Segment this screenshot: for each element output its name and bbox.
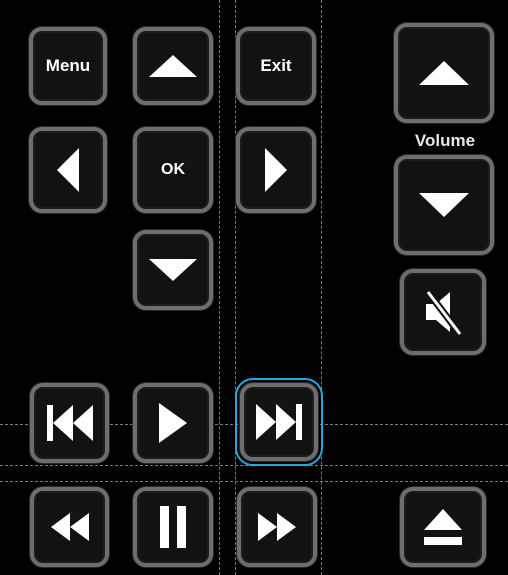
- rewind-button[interactable]: [30, 487, 109, 567]
- play-button[interactable]: [133, 383, 213, 463]
- right-button[interactable]: [236, 127, 316, 213]
- up-button[interactable]: [133, 27, 213, 105]
- guide-line-vertical: [219, 0, 220, 575]
- mute-button[interactable]: [400, 269, 486, 355]
- volume-down-button[interactable]: [394, 155, 494, 255]
- arrow-right-icon: [265, 148, 287, 192]
- exit-button[interactable]: Exit: [236, 27, 316, 105]
- arrow-left-icon: [57, 148, 79, 192]
- arrow-up-icon: [419, 61, 469, 85]
- skip-previous-button[interactable]: [30, 383, 109, 463]
- menu-button[interactable]: Menu: [29, 27, 107, 105]
- guide-line-horizontal: [0, 465, 508, 466]
- volume-label: Volume: [414, 131, 476, 150]
- ok-button-label: OK: [161, 161, 185, 178]
- skip-next-icon: [256, 404, 302, 440]
- eject-icon: [424, 509, 462, 545]
- pause-button[interactable]: [133, 487, 213, 567]
- arrow-up-icon: [149, 55, 197, 77]
- skip-previous-icon: [46, 405, 93, 441]
- pause-icon: [160, 506, 186, 548]
- guide-line-vertical: [321, 0, 322, 575]
- rewind-icon: [50, 513, 89, 541]
- mute-icon: [425, 289, 463, 337]
- left-button[interactable]: [29, 127, 107, 213]
- volume-up-button[interactable]: [394, 23, 494, 123]
- fast-forward-button[interactable]: [237, 487, 317, 567]
- menu-button-label: Menu: [45, 56, 91, 75]
- guide-line-horizontal: [0, 481, 508, 482]
- arrow-down-icon: [419, 193, 469, 217]
- play-icon: [159, 403, 187, 443]
- exit-button-label: Exit: [260, 56, 292, 75]
- skip-next-button[interactable]: [235, 378, 323, 466]
- ok-button[interactable]: OK: [133, 127, 213, 213]
- down-button[interactable]: [133, 230, 213, 310]
- fast-forward-icon: [258, 513, 296, 541]
- eject-button[interactable]: [400, 487, 486, 567]
- arrow-down-icon: [149, 259, 197, 281]
